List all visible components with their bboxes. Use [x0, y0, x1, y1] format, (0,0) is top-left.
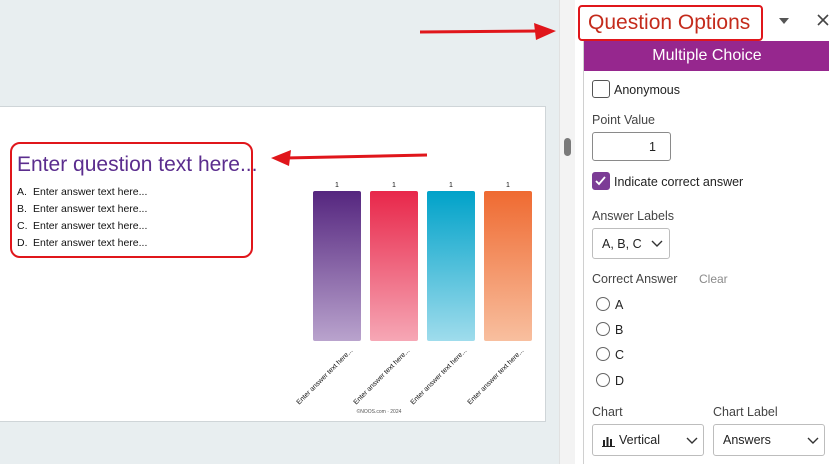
question-options-panel: Question Options Multiple Choice Anonymo… [576, 0, 829, 464]
panel-title: Question Options [588, 11, 751, 34]
chart-type-value: Vertical [619, 433, 660, 447]
answer-labels-label: Answer Labels [592, 209, 674, 223]
correct-answer-label: Correct Answer [592, 272, 678, 286]
chart-label-label: Chart Label [713, 405, 778, 419]
chart-type-label: Chart [592, 405, 623, 419]
panel-header: Question Options [576, 0, 829, 41]
chart-bar-2 [427, 191, 475, 341]
slide-workspace: Enter question text here... A. Enter answ… [0, 0, 559, 464]
point-value-input[interactable]: 1 [592, 132, 671, 161]
chevron-down-icon [651, 240, 663, 247]
correct-option-label-b: B [615, 323, 624, 337]
chart-data-label-0: 1 [335, 182, 339, 189]
annotation-arrow-question [271, 150, 428, 166]
chart-bar-3 [484, 191, 532, 341]
correct-option-label-d: D [615, 374, 625, 388]
correct-option-radio-d[interactable] [596, 373, 610, 387]
answer-labels-select[interactable]: A, B, C [592, 228, 670, 259]
correct-option-radio-a[interactable] [596, 297, 610, 311]
answer-labels-value: A, B, C [602, 237, 642, 251]
annotation-arrow-panel [419, 23, 556, 40]
close-icon[interactable] [816, 13, 829, 27]
chevron-down-icon [686, 437, 698, 444]
indicate-correct-checkbox[interactable] [592, 172, 610, 190]
point-value-text: 1 [649, 140, 656, 154]
chart-watermark: ©NOOS.com · 2024 [357, 408, 402, 415]
correct-option-radio-b[interactable] [596, 322, 610, 336]
chart-data-label-1: 1 [392, 182, 396, 189]
chart-category-label-3: Enter answer text here... [467, 347, 526, 406]
chart-bar-0 [313, 191, 361, 341]
question-type-banner: Multiple Choice [584, 41, 829, 71]
anonymous-checkbox[interactable] [592, 80, 610, 98]
clear-link[interactable]: Clear [699, 272, 728, 286]
chart-label-value: Answers [723, 433, 771, 447]
point-value-label: Point Value [592, 113, 656, 127]
chart-bar-1 [370, 191, 418, 341]
panel-body: Multiple Choice Anonymous Point Value 1 … [583, 41, 829, 464]
chevron-down-icon [807, 437, 819, 444]
checkmark-icon [595, 176, 606, 186]
chart-category-label-2: Enter answer text here... [410, 347, 469, 406]
chart-data-label-2: 1 [449, 182, 453, 189]
correct-option-label-a: A [615, 298, 624, 312]
anonymous-label: Anonymous [614, 83, 681, 97]
splitter-handle[interactable] [564, 138, 571, 156]
correct-option-label-c: C [615, 348, 625, 362]
panel-splitter[interactable] [559, 0, 575, 464]
chart-category-label-0: Enter answer text here... [296, 347, 355, 406]
chart-type-select[interactable]: Vertical [592, 424, 704, 456]
chart-label-select[interactable]: Answers [713, 424, 825, 456]
chart-category-label-1: Enter answer text here... [353, 347, 412, 406]
indicate-correct-label: Indicate correct answer [614, 175, 744, 189]
bar-chart-icon [602, 437, 615, 447]
chart-data-label-3: 1 [506, 182, 510, 189]
correct-option-radio-c[interactable] [596, 347, 610, 361]
caret-down-icon[interactable] [778, 16, 790, 26]
